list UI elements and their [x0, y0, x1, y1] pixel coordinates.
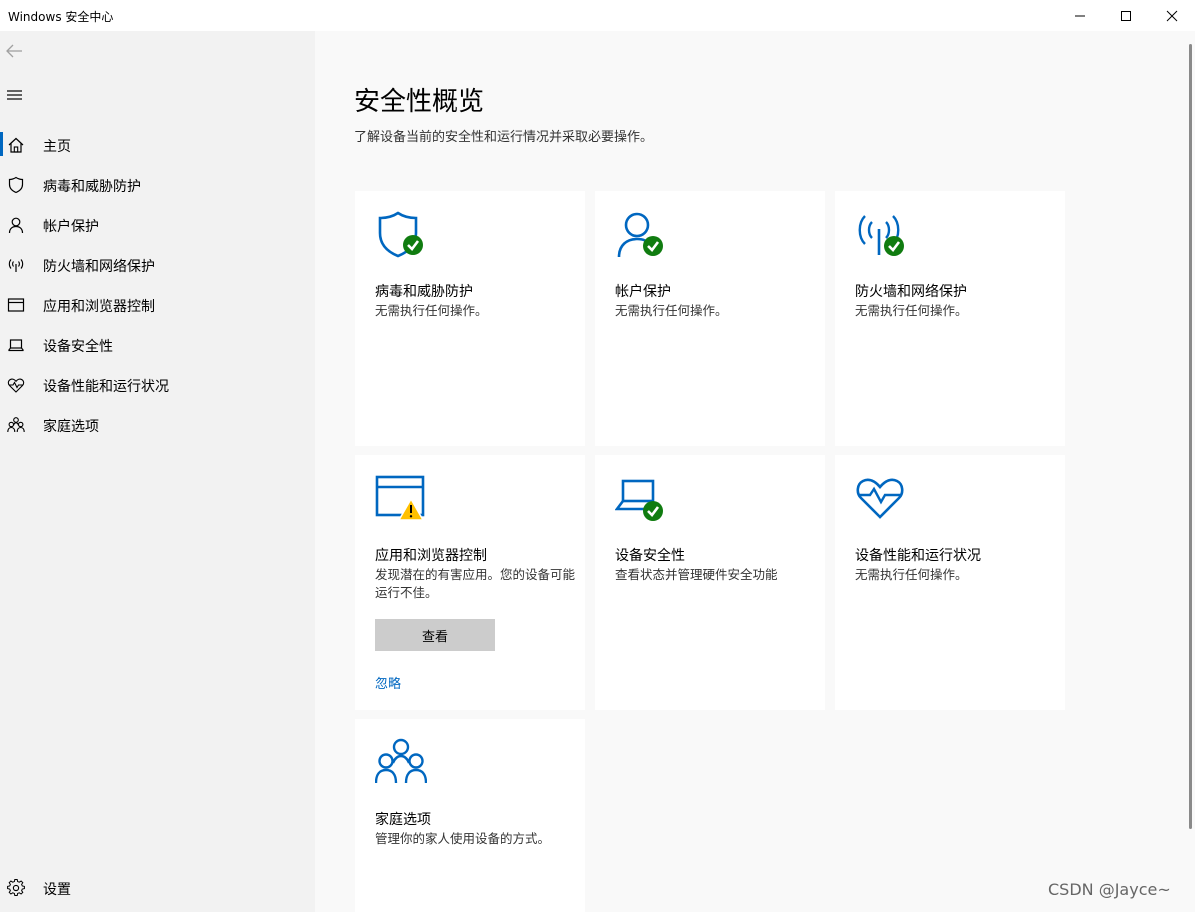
- person-icon: [617, 212, 663, 258]
- heart-pulse-icon: [856, 478, 904, 519]
- minimize-button[interactable]: [1057, 0, 1103, 31]
- browser-window-icon: [7, 298, 25, 312]
- sidebar-item-label: 帐户保护: [43, 219, 99, 235]
- card-title: 病毒和威胁防护: [375, 284, 473, 300]
- sidebar-item-device-security[interactable]: 设备安全性: [0, 324, 315, 364]
- sidebar-item-account-protection[interactable]: 帐户保护: [0, 204, 315, 244]
- card-virus-protection[interactable]: 病毒和威胁防护 无需执行任何操作。: [355, 191, 585, 446]
- sidebar-item-device-performance[interactable]: 设备性能和运行状况: [0, 364, 315, 404]
- card-title: 防火墙和网络保护: [855, 284, 967, 300]
- card-title: 家庭选项: [375, 812, 431, 828]
- page-title: 安全性概览: [354, 87, 485, 117]
- sidebar-item-label: 病毒和威胁防护: [43, 179, 141, 195]
- back-button[interactable]: [4, 41, 28, 61]
- card-firewall[interactable]: 防火墙和网络保护 无需执行任何操作。: [835, 191, 1065, 446]
- card-title: 设备性能和运行状况: [855, 548, 981, 564]
- card-title: 应用和浏览器控制: [375, 548, 487, 564]
- sidebar-item-app-browser-control[interactable]: 应用和浏览器控制: [0, 284, 315, 324]
- sidebar-item-home[interactable]: 主页: [0, 124, 315, 164]
- family-icon: [375, 738, 427, 784]
- laptop-icon: [615, 479, 663, 521]
- maximize-icon: [1121, 10, 1131, 21]
- title-bar: Windows 安全中心: [0, 0, 1195, 31]
- watermark: CSDN @Jayce~: [1048, 880, 1171, 899]
- close-icon: [1166, 10, 1178, 21]
- menu-button[interactable]: [4, 85, 28, 107]
- card-app-browser-control[interactable]: 应用和浏览器控制 发现潜在的有害应用。您的设备可能运行不佳。 查看 忽略: [355, 455, 585, 710]
- card-description: 查看状态并管理硬件安全功能: [615, 567, 778, 582]
- sidebar-item-label: 主页: [43, 139, 71, 155]
- page-subtitle: 了解设备当前的安全性和运行情况并采取必要操作。: [354, 130, 654, 145]
- heart-pulse-icon: [7, 378, 25, 393]
- sidebar-item-label: 防火墙和网络保护: [43, 259, 155, 275]
- card-description: 无需执行任何操作。: [375, 303, 488, 318]
- card-description: 无需执行任何操作。: [615, 303, 728, 318]
- shield-icon: [8, 176, 24, 194]
- shield-icon: [378, 211, 423, 258]
- sidebar-item-virus-protection[interactable]: 病毒和威胁防护: [0, 164, 315, 204]
- wifi-antenna-icon: [858, 215, 904, 256]
- close-button[interactable]: [1149, 0, 1195, 31]
- family-icon: [7, 417, 25, 433]
- card-description: 无需执行任何操作。: [855, 567, 968, 582]
- main-content: 安全性概览 了解设备当前的安全性和运行情况并采取必要操作。 病毒和威胁防护 无需…: [315, 31, 1195, 912]
- card-device-security[interactable]: 设备安全性 查看状态并管理硬件安全功能: [595, 455, 825, 710]
- card-description: 无需执行任何操作。: [855, 303, 968, 318]
- back-arrow-icon: [6, 44, 22, 58]
- sidebar-item-label: 设备安全性: [43, 339, 113, 355]
- home-icon: [8, 137, 24, 153]
- card-device-performance[interactable]: 设备性能和运行状况 无需执行任何操作。: [835, 455, 1065, 710]
- card-account-protection[interactable]: 帐户保护 无需执行任何操作。: [595, 191, 825, 446]
- sidebar-item-firewall[interactable]: 防火墙和网络保护: [0, 244, 315, 284]
- sidebar-item-label: 设置: [43, 882, 71, 898]
- card-title: 设备安全性: [615, 548, 685, 564]
- hamburger-icon: [7, 90, 22, 100]
- window-title: Windows 安全中心: [8, 10, 114, 24]
- ignore-link[interactable]: 忽略: [375, 673, 401, 692]
- maximize-button[interactable]: [1103, 0, 1149, 31]
- vertical-scrollbar[interactable]: [1189, 44, 1192, 829]
- minimize-icon: [1075, 15, 1085, 16]
- sidebar-item-label: 家庭选项: [43, 419, 99, 435]
- laptop-icon: [8, 339, 24, 352]
- sidebar-item-label: 应用和浏览器控制: [43, 299, 155, 315]
- card-title: 帐户保护: [615, 284, 671, 300]
- sidebar-item-family-options[interactable]: 家庭选项: [0, 404, 315, 444]
- card-description: 发现潜在的有害应用。您的设备可能运行不佳。: [375, 567, 576, 600]
- card-family-options[interactable]: 家庭选项 管理你的家人使用设备的方式。: [355, 719, 585, 912]
- sidebar-item-settings[interactable]: 设置: [0, 867, 315, 907]
- browser-window-icon: [375, 475, 425, 521]
- view-button[interactable]: 查看: [375, 619, 495, 651]
- sidebar-item-label: 设备性能和运行状况: [43, 379, 169, 395]
- person-icon: [8, 217, 24, 234]
- wifi-antenna-icon: [8, 259, 24, 272]
- sidebar: 主页 病毒和威胁防护 帐户保护 防火墙和网络保护 应用和浏览器控制 设备安全性 …: [0, 31, 315, 912]
- gear-icon: [7, 879, 25, 896]
- card-description: 管理你的家人使用设备的方式。: [375, 831, 551, 846]
